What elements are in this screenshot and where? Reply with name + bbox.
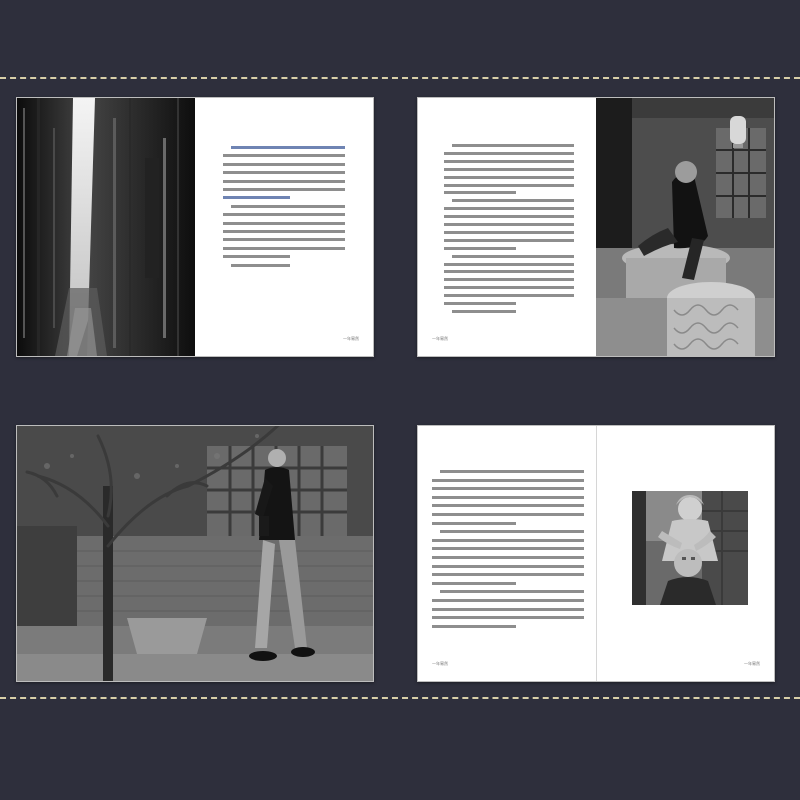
text-line — [223, 221, 345, 225]
spread-4-text-page: 一年蓦然 — [418, 426, 596, 681]
spread-4-photo-page: 一年蓦然 — [597, 426, 774, 681]
text-line — [444, 215, 574, 219]
text-line — [432, 607, 584, 611]
text-line — [444, 230, 574, 234]
text-line — [432, 556, 584, 559]
text-line — [432, 581, 516, 585]
text-line — [452, 309, 516, 313]
text-line — [231, 146, 345, 149]
text-line — [231, 204, 345, 208]
text-line — [444, 302, 516, 305]
text-line — [432, 513, 584, 516]
text-line — [432, 478, 584, 482]
head-shave-photo-art — [632, 491, 748, 605]
text-line — [444, 167, 574, 171]
text-line — [452, 144, 574, 147]
spread-3 — [16, 425, 374, 682]
text-line — [432, 538, 584, 542]
text-line — [444, 223, 574, 226]
text-line — [231, 263, 291, 267]
spread-4-footer-left: 一年蓦然 — [432, 661, 448, 666]
seated-man-photo-art — [596, 98, 774, 356]
text-line — [452, 199, 574, 203]
text-line — [432, 487, 584, 491]
text-line — [223, 196, 291, 200]
text-line — [440, 530, 584, 534]
text-line — [444, 207, 574, 211]
text-line — [223, 213, 345, 217]
text-line — [444, 270, 574, 274]
text-line — [223, 230, 345, 233]
text-line — [444, 262, 574, 266]
walking-man-photo-art — [17, 426, 373, 681]
spread-3-photo-walking-man — [17, 426, 373, 681]
text-line — [223, 154, 345, 158]
text-line — [223, 171, 345, 175]
text-line — [432, 495, 584, 499]
spread-4-footer-right: 一年蓦然 — [744, 661, 760, 666]
text-line — [452, 254, 574, 258]
text-line — [223, 188, 345, 191]
spread-2-footer-left: 一年蓦然 — [432, 336, 448, 341]
top-stitch — [0, 77, 800, 79]
text-line — [432, 504, 584, 508]
text-line — [444, 191, 516, 195]
text-line — [444, 159, 574, 163]
text-line — [223, 238, 345, 242]
text-line — [432, 624, 516, 628]
spread-4-photo-head-shave — [632, 491, 748, 605]
text-line — [432, 616, 584, 620]
text-line — [444, 238, 574, 242]
text-line — [444, 151, 574, 155]
alley-photo-art — [17, 98, 195, 356]
spread-2-photo-seated-man — [596, 98, 774, 356]
text-line — [432, 573, 584, 577]
text-line — [444, 175, 574, 179]
text-line — [444, 278, 574, 282]
text-line — [223, 179, 345, 183]
text-line — [444, 183, 574, 187]
text-line — [444, 294, 574, 298]
spread-2-text-page: 一年蓦然 — [418, 98, 596, 356]
text-line — [444, 246, 516, 250]
spread-1-footer-right: 一年蓦然 — [343, 336, 359, 341]
text-line — [432, 521, 516, 525]
text-line — [440, 590, 584, 594]
text-line — [440, 470, 584, 473]
text-line — [223, 255, 291, 259]
text-line — [223, 162, 345, 166]
text-line — [223, 246, 345, 250]
spread-1-text-page: 一年蓦然 — [195, 98, 373, 356]
spread-1-photo-alley — [17, 98, 195, 356]
spread-4: 一年蓦然 一年蓦然 — [417, 425, 775, 682]
spread-1: 一年蓦然 — [16, 97, 374, 357]
text-line — [432, 547, 584, 551]
text-line — [444, 286, 574, 290]
spread-2: 一年蓦然 — [417, 97, 775, 357]
text-line — [432, 564, 584, 568]
bottom-stitch — [0, 697, 800, 699]
text-line — [432, 599, 584, 602]
